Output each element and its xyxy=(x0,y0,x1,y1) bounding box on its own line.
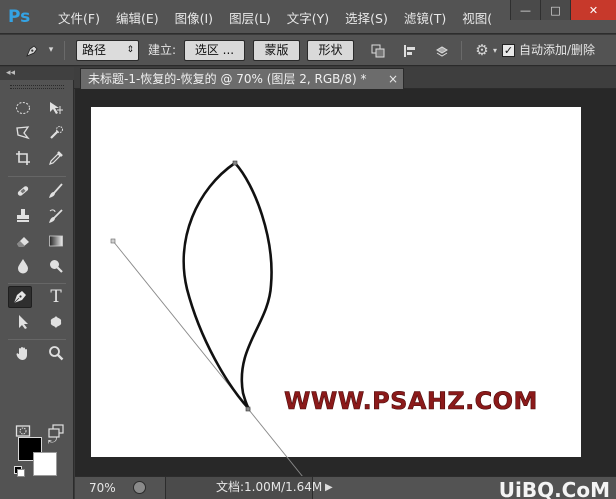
status-menu-icon[interactable] xyxy=(133,481,146,494)
document-size: 文档:1.00M/1.64M xyxy=(165,477,322,499)
chevron-down-icon[interactable]: ▾ xyxy=(490,40,500,61)
auto-add-delete-label: 自动添加/删除 xyxy=(519,43,596,57)
anchor-point-bottom xyxy=(245,406,251,412)
mask-button[interactable]: 蒙版 xyxy=(253,40,300,61)
menu-bar: Ps 文件(F) 编辑(E) 图像(I) 图层(L) 文字(Y) 选择(S) 滤… xyxy=(0,0,616,34)
panel-collapse-toggle[interactable]: ◂◂ xyxy=(0,67,74,80)
menu-view[interactable]: 视图( xyxy=(454,8,500,27)
options-bar: ▾ 路径 ⇕ 建立: 选区 ... 蒙版 形状 ⚙ ▾ ✓ 自动添加/删除 xyxy=(0,35,616,66)
workspace[interactable]: WWW.PSAHZ.COM xyxy=(75,89,616,476)
path-selection-tool-icon[interactable] xyxy=(11,311,35,333)
hand-tool-icon[interactable] xyxy=(11,342,35,364)
history-brush-tool-icon[interactable] xyxy=(44,205,68,227)
menu-layer[interactable]: 图层(L) xyxy=(221,8,279,27)
lasso-tool-icon[interactable] xyxy=(11,122,35,144)
auto-add-delete-checkbox[interactable]: ✓ xyxy=(502,44,515,57)
zoom-tool-icon[interactable] xyxy=(44,342,68,364)
eraser-tool-icon[interactable] xyxy=(11,230,35,252)
blur-tool-icon[interactable] xyxy=(11,255,35,277)
brush-tool-icon[interactable] xyxy=(44,180,68,202)
menu-edit[interactable]: 编辑(E) xyxy=(108,8,167,27)
make-label: 建立: xyxy=(148,43,177,57)
path-operations-icon[interactable] xyxy=(368,40,388,61)
shape-button[interactable]: 形状 xyxy=(307,40,354,61)
screen-mode-icon[interactable] xyxy=(44,420,68,442)
background-color-swatch[interactable] xyxy=(33,452,57,476)
window-controls: — □ ✕ xyxy=(510,0,616,20)
tool-panel: ◂◂ T ⤾ xyxy=(0,67,74,499)
path-mode-dropdown[interactable]: 路径 ⇕ xyxy=(76,40,139,61)
menu-select[interactable]: 选择(S) xyxy=(337,8,396,27)
zoom-level[interactable]: 70% xyxy=(89,481,116,495)
path-drawing[interactable] xyxy=(75,89,616,476)
panel-grip[interactable] xyxy=(10,85,64,89)
quick-selection-tool-icon[interactable] xyxy=(44,122,68,144)
leaf-path xyxy=(182,161,273,411)
bezier-handle-line xyxy=(112,240,303,476)
marquee-tool-icon[interactable] xyxy=(11,97,35,119)
maximize-button[interactable]: □ xyxy=(540,0,570,20)
default-colors-icon[interactable] xyxy=(14,466,25,477)
tool-preset-dropdown-icon[interactable]: ▾ xyxy=(44,40,58,61)
healing-brush-tool-icon[interactable] xyxy=(11,180,35,202)
custom-shape-tool-icon[interactable] xyxy=(44,311,68,333)
chevron-updown-icon: ⇕ xyxy=(126,45,134,55)
gradient-tool-icon[interactable] xyxy=(44,230,68,252)
type-tool-icon[interactable]: T xyxy=(44,286,68,308)
dodge-tool-icon[interactable] xyxy=(44,255,68,277)
move-tool-icon[interactable] xyxy=(44,97,68,119)
watermark: WWW.PSAHZ.COM xyxy=(284,387,538,416)
watermark-text: WWW.PSAHZ.COM xyxy=(284,387,538,415)
pen-icon[interactable] xyxy=(22,40,42,61)
document-tab[interactable]: 未标题-1-恢复的-恢复的 @ 70% (图层 2, RGB/8) * × xyxy=(80,68,404,89)
anchor-point-top xyxy=(232,160,238,166)
clone-stamp-tool-icon[interactable] xyxy=(11,205,35,227)
menu-image[interactable]: 图像(I) xyxy=(167,8,221,27)
menu-file[interactable]: 文件(F) xyxy=(50,8,108,27)
minimize-button[interactable]: — xyxy=(510,0,540,20)
site-brand-text: UiBQ.CoM xyxy=(498,478,610,499)
path-mode-value: 路径 xyxy=(82,43,107,57)
handle-point xyxy=(110,238,116,244)
menu-items: 文件(F) 编辑(E) 图像(I) 图层(L) 文字(Y) 选择(S) 滤镜(T… xyxy=(50,0,500,34)
document-title: 未标题-1-恢复的-恢复的 @ 70% (图层 2, RGB/8) * xyxy=(88,72,367,86)
eyedropper-tool-icon[interactable] xyxy=(44,147,68,169)
pen-tool-icon[interactable] xyxy=(8,286,32,308)
menu-type[interactable]: 文字(Y) xyxy=(279,8,337,27)
play-icon[interactable]: ▶ xyxy=(325,482,333,493)
close-tab-icon[interactable]: × xyxy=(388,69,398,89)
photoshop-logo: Ps xyxy=(8,7,31,27)
menu-filter[interactable]: 滤镜(T) xyxy=(396,8,454,27)
selection-button[interactable]: 选区 ... xyxy=(184,40,245,61)
path-alignment-icon[interactable] xyxy=(400,40,420,61)
document-tab-strip: 未标题-1-恢复的-恢复的 @ 70% (图层 2, RGB/8) * × xyxy=(74,67,616,89)
gear-icon[interactable]: ⚙ xyxy=(472,40,492,61)
status-bar: 70% 文档:1.00M/1.64M ▶ UiBQ.CoM xyxy=(75,476,616,499)
crop-tool-icon[interactable] xyxy=(11,147,35,169)
close-button[interactable]: ✕ xyxy=(570,0,616,20)
quick-mask-icon[interactable] xyxy=(11,420,35,442)
path-arrangement-icon[interactable] xyxy=(432,40,452,61)
